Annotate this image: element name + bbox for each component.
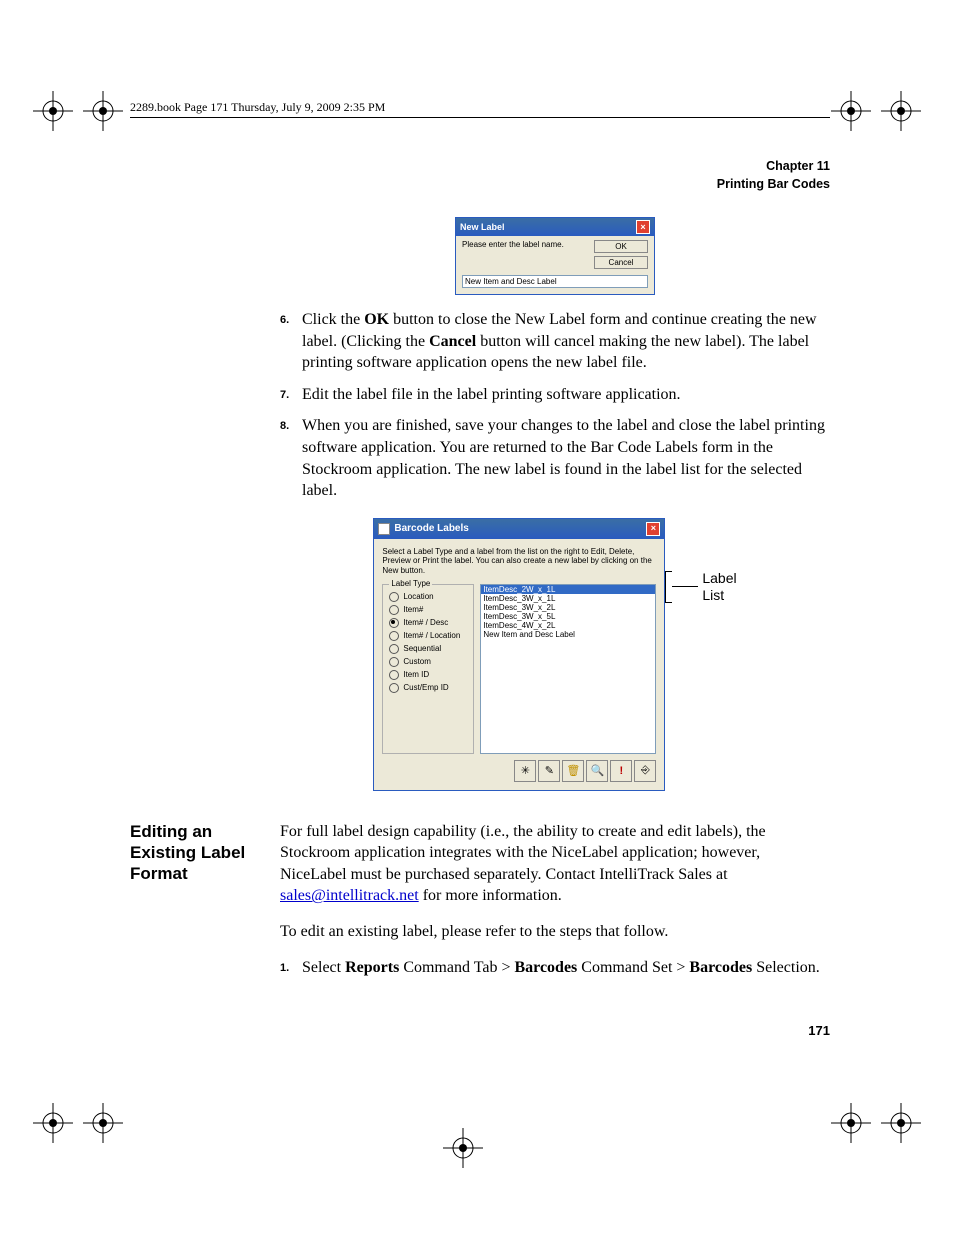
exit-icon[interactable]: ⎆ — [634, 760, 656, 782]
radio-icon — [389, 592, 399, 602]
radio-icon — [389, 618, 399, 628]
radio-item-id[interactable]: Item ID — [389, 670, 467, 680]
registration-mark-icon — [440, 1125, 486, 1171]
radio-sequential[interactable]: Sequential — [389, 644, 467, 654]
radio-label: Custom — [403, 657, 431, 666]
ok-button[interactable]: OK — [594, 240, 648, 253]
radio-item-desc[interactable]: Item# / Desc — [389, 618, 467, 628]
radio-location[interactable]: Location — [389, 592, 467, 602]
registration-mark-icon — [30, 88, 76, 134]
label-list-callout: Label List — [665, 570, 736, 604]
radio-icon — [389, 605, 399, 615]
registration-mark-icon — [30, 1100, 76, 1146]
instruction-steps: Click the OK button to close the New Lab… — [280, 309, 830, 502]
book-running-header: 2289.book Page 171 Thursday, July 9, 200… — [130, 100, 830, 118]
radio-label: Cust/Emp ID — [403, 683, 448, 692]
radio-item-location[interactable]: Item# / Location — [389, 631, 467, 641]
edit-icon[interactable]: ✎ — [538, 760, 560, 782]
step-7: Edit the label file in the label printin… — [280, 384, 830, 406]
step-6: Click the OK button to close the New Lab… — [280, 309, 830, 374]
radio-label: Item# — [403, 605, 423, 614]
registration-mark-icon — [80, 88, 126, 134]
barcode-labels-dialog: Barcode Labels × Select a Label Type and… — [373, 518, 665, 791]
radio-icon — [389, 657, 399, 667]
radio-label: Location — [403, 592, 433, 601]
preview-icon[interactable]: 🔍 — [586, 760, 608, 782]
close-icon[interactable]: × — [636, 220, 650, 234]
list-item[interactable]: ItemDesc_3W_x_2L — [481, 603, 655, 612]
print-icon[interactable]: ! — [610, 760, 632, 782]
radio-icon — [389, 670, 399, 680]
chapter-title: Printing Bar Codes — [130, 176, 830, 194]
radio-item-[interactable]: Item# — [389, 605, 467, 615]
radio-cust-emp-id[interactable]: Cust/Emp ID — [389, 683, 467, 693]
label-type-group: Label Type LocationItem#Item# / DescItem… — [382, 584, 474, 754]
section-step-1: Select Reports Command Tab > Barcodes Co… — [280, 957, 830, 979]
radio-icon — [389, 683, 399, 693]
new-label-dialog: New Label × Please enter the label name.… — [455, 217, 655, 295]
radio-label: Item# / Location — [403, 631, 460, 640]
chapter-header: Chapter 11 Printing Bar Codes — [130, 158, 830, 193]
step-8: When you are finished, save your changes… — [280, 415, 830, 501]
dialog-prompt: Please enter the label name. — [462, 240, 564, 269]
registration-mark-icon — [878, 88, 924, 134]
app-icon — [378, 523, 390, 535]
radio-custom[interactable]: Custom — [389, 657, 467, 667]
label-list[interactable]: ItemDesc_2W_x_1LItemDesc_3W_x_1LItemDesc… — [480, 584, 656, 754]
registration-mark-icon — [828, 1100, 874, 1146]
list-item[interactable]: New Item and Desc Label — [481, 630, 655, 639]
dialog-toolbar: ✳ ✎ 🗑 🔍 ! ⎆ — [382, 760, 656, 782]
chapter-number: Chapter 11 — [130, 158, 830, 176]
sales-email-link[interactable]: sales@intellitrack.net — [280, 887, 419, 904]
dialog-title: Barcode Labels — [394, 523, 468, 534]
dialog-instructions: Select a Label Type and a label from the… — [382, 547, 656, 576]
cancel-button[interactable]: Cancel — [594, 256, 648, 269]
list-item[interactable]: ItemDesc_4W_x_2L — [481, 621, 655, 630]
delete-icon[interactable]: 🗑 — [562, 760, 584, 782]
new-icon[interactable]: ✳ — [514, 760, 536, 782]
list-item[interactable]: ItemDesc_3W_x_5L — [481, 612, 655, 621]
radio-icon — [389, 631, 399, 641]
section-heading: Editing an Existing Label Format — [130, 821, 258, 979]
list-item[interactable]: ItemDesc_2W_x_1L — [481, 585, 655, 594]
registration-mark-icon — [80, 1100, 126, 1146]
group-title: Label Type — [389, 579, 432, 588]
radio-label: Sequential — [403, 644, 441, 653]
section-paragraph-2: To edit an existing label, please refer … — [280, 921, 830, 943]
registration-mark-icon — [828, 88, 874, 134]
radio-label: Item ID — [403, 670, 429, 679]
radio-label: Item# / Desc — [403, 618, 448, 627]
dialog-title: New Label — [460, 222, 505, 232]
page-number: 171 — [808, 1023, 830, 1038]
section-paragraph-1: For full label design capability (i.e., … — [280, 821, 830, 907]
registration-mark-icon — [878, 1100, 924, 1146]
list-item[interactable]: ItemDesc_3W_x_1L — [481, 594, 655, 603]
label-name-input[interactable] — [462, 275, 648, 288]
close-icon[interactable]: × — [646, 522, 660, 536]
radio-icon — [389, 644, 399, 654]
